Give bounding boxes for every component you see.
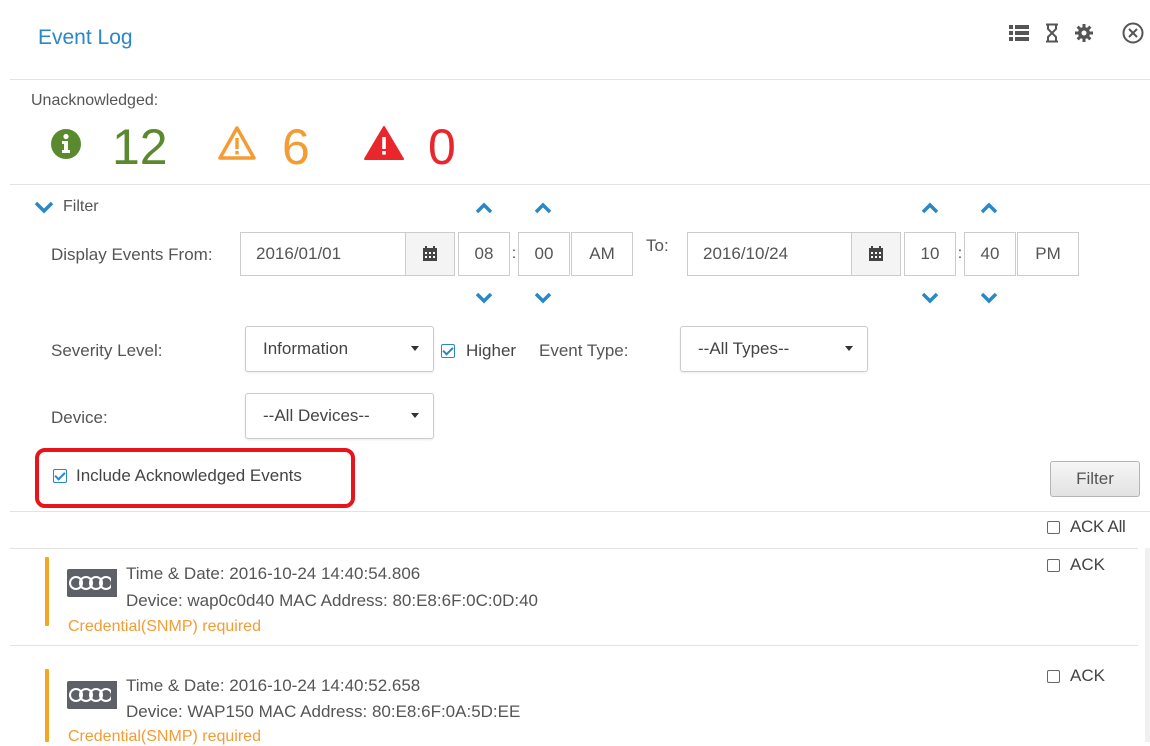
checkbox-empty-icon xyxy=(1047,520,1060,534)
ack-all-label: ACK All xyxy=(1070,517,1126,536)
chevron-down-icon xyxy=(33,199,55,215)
event-list-divider xyxy=(10,548,1138,549)
filter-toggle[interactable]: Filter xyxy=(33,196,99,218)
warning-icon xyxy=(217,125,257,166)
checkbox-checked-icon xyxy=(441,344,455,358)
from-minute-input[interactable]: 00 xyxy=(518,232,570,276)
include-acknowledged-label: Include Acknowledged Events xyxy=(76,466,302,485)
event-device: Device: wap0c0d40 MAC Address: 80:E8:6F:… xyxy=(126,591,538,610)
critical-icon xyxy=(363,125,405,166)
chevron-down-icon xyxy=(845,346,853,351)
to-time-separator: : xyxy=(957,245,963,262)
from-hour-input[interactable]: 08 xyxy=(458,232,510,276)
chevron-down-icon xyxy=(411,413,419,418)
hourglass-icon[interactable] xyxy=(1041,20,1063,46)
event-ack-label: ACK xyxy=(1070,666,1105,685)
event-type-select[interactable]: --All Types-- xyxy=(680,326,868,372)
device-select[interactable]: --All Devices-- xyxy=(245,393,434,439)
from-hour-up-icon[interactable] xyxy=(473,200,495,216)
event-time: Time & Date: 2016-10-24 14:40:52.658 xyxy=(126,676,421,695)
list-icon[interactable] xyxy=(1007,20,1031,46)
device-select-value: --All Devices-- xyxy=(263,406,370,425)
from-minute-up-icon[interactable] xyxy=(532,200,554,216)
event-type-label: Event Type: xyxy=(539,341,629,360)
close-icon[interactable] xyxy=(1120,20,1146,46)
event-ack-checkbox[interactable]: ACK xyxy=(1047,555,1105,575)
from-label: Display Events From: xyxy=(51,245,213,264)
to-label: To: xyxy=(646,236,669,255)
calendar-icon xyxy=(422,246,438,262)
checkbox-checked-icon xyxy=(53,469,67,483)
to-minute-up-icon[interactable] xyxy=(978,200,1000,216)
ack-all-checkbox[interactable]: ACK All xyxy=(1047,517,1126,537)
to-date-input[interactable]: 2016/10/24 xyxy=(687,232,853,276)
checkbox-empty-icon xyxy=(1047,669,1060,683)
severity-label: Severity Level: xyxy=(51,341,163,360)
event-ack-label: ACK xyxy=(1070,555,1105,574)
event-severity-bar xyxy=(45,557,49,626)
access-point-icon xyxy=(67,569,117,602)
header-divider xyxy=(10,79,1150,80)
event-message: Credential(SNMP) required xyxy=(68,618,261,635)
device-label: Device: xyxy=(51,408,108,427)
unacknowledged-label: Unacknowledged: xyxy=(31,92,159,109)
higher-label: Higher xyxy=(466,341,517,360)
event-type-select-value: --All Types-- xyxy=(698,339,790,358)
filter-divider xyxy=(10,511,1150,512)
page-title: Event Log xyxy=(38,26,133,49)
checkbox-empty-icon xyxy=(1047,558,1060,572)
critical-count: 0 xyxy=(428,119,456,175)
to-hour-input[interactable]: 10 xyxy=(904,232,956,276)
chevron-down-icon xyxy=(411,346,419,351)
scrollbar[interactable] xyxy=(1145,548,1150,742)
filter-button[interactable]: Filter xyxy=(1050,461,1140,497)
event-ack-checkbox[interactable]: ACK xyxy=(1047,666,1105,686)
from-minute-down-icon[interactable] xyxy=(532,290,554,306)
higher-checkbox[interactable]: Higher xyxy=(441,341,516,361)
filter-toggle-label: Filter xyxy=(63,198,99,215)
to-hour-down-icon[interactable] xyxy=(919,290,941,306)
include-acknowledged-checkbox[interactable]: Include Acknowledged Events xyxy=(53,466,302,486)
from-ampm-toggle[interactable]: AM xyxy=(571,232,633,276)
gear-icon[interactable] xyxy=(1072,20,1096,46)
warning-count: 6 xyxy=(282,119,310,175)
from-calendar-button[interactable] xyxy=(405,232,455,276)
info-count: 12 xyxy=(112,119,168,175)
event-device: Device: WAP150 MAC Address: 80:E8:6F:0A:… xyxy=(126,702,521,721)
from-hour-down-icon[interactable] xyxy=(473,290,495,306)
event-severity-bar xyxy=(45,669,49,742)
from-date-input[interactable]: 2016/01/01 xyxy=(240,232,406,276)
to-calendar-button[interactable] xyxy=(851,232,901,276)
info-icon xyxy=(50,128,82,165)
counters-divider xyxy=(10,184,1150,185)
to-minute-input[interactable]: 40 xyxy=(964,232,1016,276)
event-divider xyxy=(10,645,1138,646)
event-message: Credential(SNMP) required xyxy=(68,728,261,745)
event-time: Time & Date: 2016-10-24 14:40:54.806 xyxy=(126,564,421,583)
to-hour-up-icon[interactable] xyxy=(919,200,941,216)
severity-select-value: Information xyxy=(263,339,349,358)
severity-select[interactable]: Information xyxy=(245,326,434,372)
calendar-icon xyxy=(868,246,884,262)
access-point-icon xyxy=(67,681,117,714)
to-minute-down-icon[interactable] xyxy=(978,290,1000,306)
from-time-separator: : xyxy=(511,245,517,262)
to-ampm-toggle[interactable]: PM xyxy=(1017,232,1079,276)
